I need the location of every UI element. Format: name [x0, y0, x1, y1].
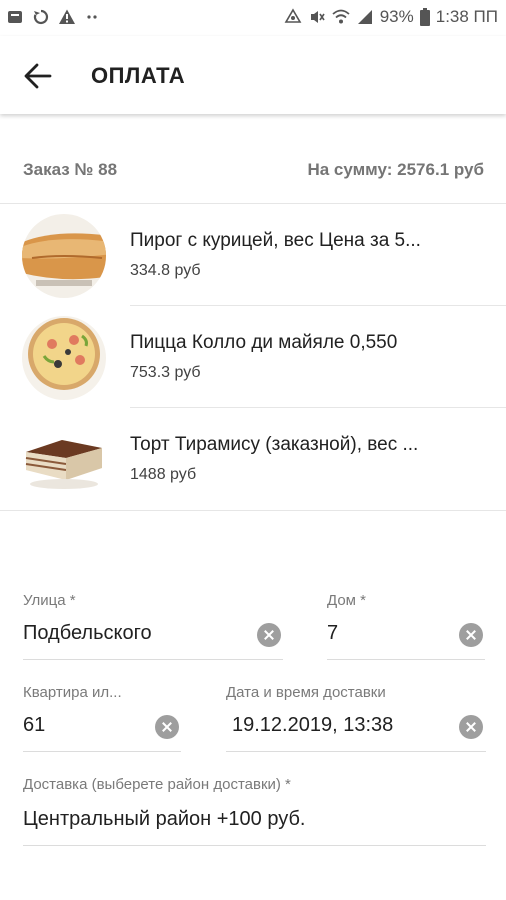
item-price: 334.8 руб	[130, 262, 201, 279]
datetime-input[interactable]: 19.12.2019, 13:38	[232, 714, 393, 737]
order-summary: Заказ № 88 На сумму: 2576.1 руб	[0, 150, 506, 190]
street-field[interactable]: Улица * Подбельского	[23, 592, 283, 660]
pizza-image	[22, 316, 106, 400]
house-field[interactable]: Дом * 7	[327, 592, 485, 660]
datetime-label: Дата и время доставки	[226, 684, 386, 701]
battery-icon	[419, 8, 430, 26]
status-bar: 93% 1:38 ПП	[0, 0, 506, 36]
datetime-underline	[226, 751, 486, 752]
datetime-field[interactable]: Дата и время доставки 19.12.2019, 13:38	[226, 684, 486, 752]
item-price: 753.3 руб	[130, 364, 201, 381]
apartment-underline	[23, 751, 181, 752]
page-title: ОПЛАТА	[91, 63, 186, 88]
item-name: Торт Тирамису (заказной), вес ...	[130, 434, 419, 455]
status-left-icons	[6, 8, 102, 26]
pie-image	[22, 214, 106, 298]
status-right: 93% 1:38 ПП	[284, 7, 498, 27]
sync-icon	[33, 9, 49, 25]
street-label: Улица *	[23, 592, 76, 609]
tiramisu-image	[25, 440, 102, 489]
item-name: Пирог с курицей, вес Цена за 5...	[130, 230, 421, 251]
street-input[interactable]: Подбельского	[23, 622, 152, 645]
divider	[0, 510, 506, 511]
delivery-field[interactable]: Доставка (выберете район доставки) * Цен…	[23, 776, 486, 846]
house-input[interactable]: 7	[327, 622, 338, 645]
warning-icon	[59, 9, 75, 24]
status-time: 1:38 ПП	[435, 7, 498, 26]
delivery-underline	[23, 845, 486, 846]
house-label: Дом *	[327, 592, 366, 609]
order-item[interactable]: Торт Тирамису (заказной), вес ... 1488 р…	[0, 408, 506, 510]
notification-icon	[8, 11, 22, 23]
mute-icon	[310, 11, 325, 23]
order-number: Заказ № 88	[23, 160, 118, 179]
nfc-icon	[284, 8, 302, 23]
delivery-select[interactable]: Центральный район +100 руб.	[23, 808, 306, 831]
more-dots-icon	[87, 15, 97, 19]
order-item[interactable]: Пицца Колло ди майяле 0,550 753.3 руб	[0, 306, 506, 408]
house-underline	[327, 659, 485, 660]
delivery-label: Доставка (выберете район доставки) *	[23, 776, 291, 793]
apartment-field[interactable]: Квартира ил... 61	[23, 684, 181, 752]
app-bar: ОПЛАТА	[0, 36, 506, 114]
order-item[interactable]: Пирог с курицей, вес Цена за 5... 334.8 …	[0, 204, 506, 306]
apartment-label: Квартира ил...	[23, 684, 122, 701]
item-price: 1488 руб	[130, 466, 197, 483]
clear-datetime-button[interactable]	[459, 715, 483, 739]
wifi-icon	[332, 9, 350, 24]
clear-street-button[interactable]	[257, 623, 281, 647]
order-total: На сумму: 2576.1 руб	[307, 160, 484, 179]
arrow-left-icon	[24, 63, 52, 89]
clear-house-button[interactable]	[459, 623, 483, 647]
apartment-input[interactable]: 61	[23, 714, 45, 737]
back-button[interactable]	[20, 58, 56, 94]
clear-apartment-button[interactable]	[155, 715, 179, 739]
signal-icon	[357, 10, 372, 24]
battery-percent: 93%	[379, 7, 414, 26]
item-name: Пицца Колло ди майяле 0,550	[130, 332, 398, 353]
street-underline	[23, 659, 283, 660]
